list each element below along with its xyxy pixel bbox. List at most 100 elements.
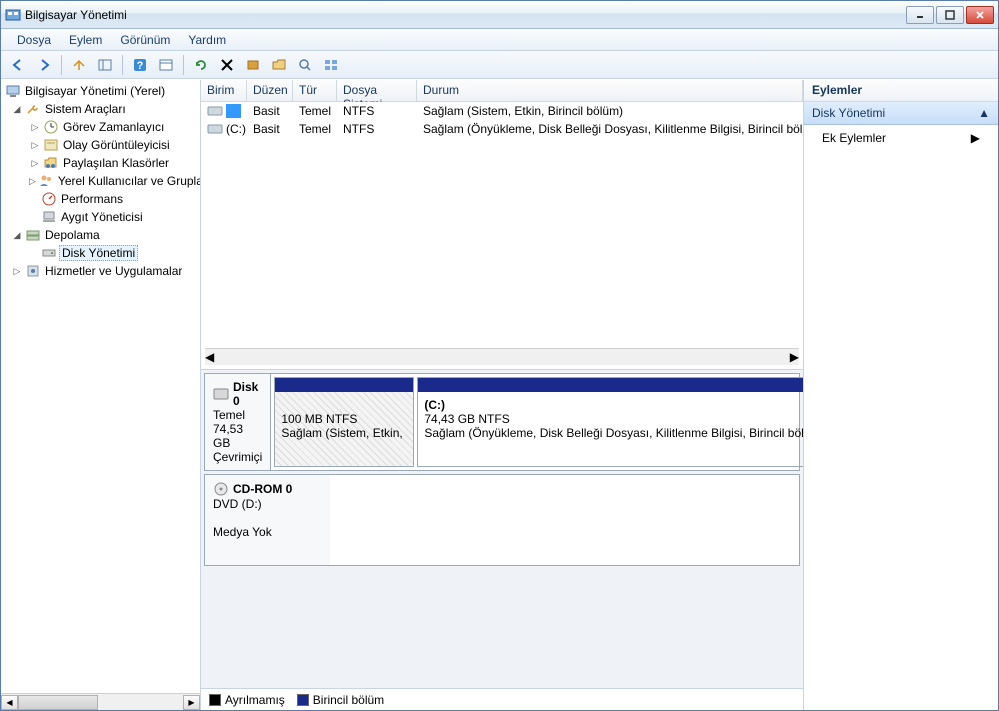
disk-0-row: Disk 0 Temel 74,53 GB Çevrimiçi 100 MB N… [204, 373, 800, 471]
volume-rows: Basit Temel NTFS Sağlam (Sistem, Etkin, … [201, 102, 803, 346]
col-status[interactable]: Durum [417, 80, 803, 101]
expand-icon[interactable]: ▷ [11, 265, 23, 277]
tree-label: Paylaşılan Klasörler [61, 156, 171, 170]
menubar: Dosya Eylem Görünüm Yardım [1, 29, 998, 51]
disk-type: Temel [213, 408, 262, 422]
expand-icon[interactable]: ▷ [29, 139, 41, 151]
scroll-thumb[interactable] [18, 695, 98, 710]
clock-icon [43, 119, 59, 135]
cdrom-row: CD-ROM 0 DVD (D:) Medya Yok [204, 474, 800, 566]
tree-performance[interactable]: Performans [1, 190, 200, 208]
menu-action[interactable]: Eylem [61, 31, 110, 49]
action-section-disk-management[interactable]: Disk Yönetimi ▲ [804, 102, 998, 125]
cell-layout: Basit [247, 122, 293, 136]
back-button[interactable] [7, 54, 29, 76]
action-more[interactable]: Ek Eylemler ▶ [804, 125, 998, 151]
tree-disk-management[interactable]: Disk Yönetimi [1, 244, 200, 262]
menu-view[interactable]: Görünüm [112, 31, 178, 49]
menu-help[interactable]: Yardım [180, 31, 234, 49]
partition-label: (C:) [424, 398, 803, 412]
forward-button[interactable] [33, 54, 55, 76]
scroll-left-icon[interactable]: ◀ [1, 695, 18, 710]
tree-event-viewer[interactable]: ▷ Olay Görüntüleyicisi [1, 136, 200, 154]
actions-panel: Eylemler Disk Yönetimi ▲ Ek Eylemler ▶ [804, 80, 998, 710]
col-layout[interactable]: Düzen [247, 80, 293, 101]
volume-row[interactable]: Basit Temel NTFS Sağlam (Sistem, Etkin, … [201, 102, 803, 120]
toolbar-separator [122, 55, 123, 75]
device-icon [41, 209, 57, 225]
partition-system-reserved[interactable]: 100 MB NTFS Sağlam (Sistem, Etkin, Birin… [274, 377, 414, 467]
drive-icon [207, 123, 223, 135]
cell-status: Sağlam (Önyükleme, Disk Belleği Dosyası,… [417, 122, 803, 136]
open-icon[interactable] [268, 54, 290, 76]
collapse-icon[interactable]: ◢ [11, 103, 23, 115]
show-hide-tree-button[interactable] [94, 54, 116, 76]
hdd-icon [213, 388, 229, 400]
help-button[interactable]: ? [129, 54, 151, 76]
tree-local-users[interactable]: ▷ Yerel Kullanıcılar ve Gruplar [1, 172, 200, 190]
selected-volume-highlight [226, 104, 241, 118]
tree-services-apps[interactable]: ▷ Hizmetler ve Uygulamalar [1, 262, 200, 280]
cell-volume: (C:) [226, 122, 246, 136]
expand-icon[interactable]: ▷ [29, 157, 41, 169]
delete-button[interactable] [216, 54, 238, 76]
settings-icon[interactable] [242, 54, 264, 76]
disk-0-info[interactable]: Disk 0 Temel 74,53 GB Çevrimiçi [205, 374, 271, 470]
tree-scrollbar[interactable]: ◀ ▶ [1, 693, 200, 710]
svg-text:?: ? [137, 60, 144, 72]
app-window: Bilgisayar Yönetimi Dosya Eylem Görünüm … [0, 0, 999, 711]
maximize-button[interactable] [936, 6, 964, 24]
col-volume[interactable]: Birim [201, 80, 247, 101]
menu-file[interactable]: Dosya [9, 31, 59, 49]
scroll-left-icon[interactable]: ◀ [205, 350, 214, 364]
tree-system-tools[interactable]: ◢ Sistem Araçları [1, 100, 200, 118]
volume-list-scrollbar[interactable]: ◀ ▶ [205, 348, 799, 365]
tree-shared-folders[interactable]: ▷ Paylaşılan Klasörler [1, 154, 200, 172]
tree-root[interactable]: Bilgisayar Yönetimi (Yerel) [1, 82, 200, 100]
legend-label: Birincil bölüm [313, 693, 384, 707]
partition-size: 100 MB NTFS [281, 412, 407, 426]
event-icon [43, 137, 59, 153]
scroll-right-icon[interactable]: ▶ [790, 350, 799, 364]
app-icon [5, 7, 21, 23]
col-type[interactable]: Tür [293, 80, 337, 101]
disk-icon [41, 245, 57, 261]
tree-storage[interactable]: ◢ Depolama [1, 226, 200, 244]
tree-device-manager[interactable]: Aygıt Yöneticisi [1, 208, 200, 226]
up-button[interactable] [68, 54, 90, 76]
expand-icon[interactable]: ▷ [29, 121, 41, 133]
body: Bilgisayar Yönetimi (Yerel) ◢ Sistem Ara… [1, 79, 998, 710]
partition-size: 74,43 GB NTFS [424, 412, 803, 426]
legend-unallocated: Ayrılmamış [209, 693, 285, 707]
titlebar: Bilgisayar Yönetimi [1, 1, 998, 29]
drive-icon [207, 105, 223, 117]
cell-layout: Basit [247, 104, 293, 118]
properties-button[interactable] [155, 54, 177, 76]
minimize-button[interactable] [906, 6, 934, 24]
collapse-icon: ▲ [978, 106, 990, 120]
tree: Bilgisayar Yönetimi (Yerel) ◢ Sistem Ara… [1, 82, 200, 280]
expand-icon[interactable]: ▷ [29, 175, 36, 187]
window-title: Bilgisayar Yönetimi [25, 8, 906, 22]
tree-label: Sistem Araçları [43, 102, 128, 116]
scroll-right-icon[interactable]: ▶ [183, 695, 200, 710]
tree-label: Bilgisayar Yönetimi (Yerel) [23, 84, 167, 98]
list-icon[interactable] [320, 54, 342, 76]
partition-c[interactable]: (C:) 74,43 GB NTFS Sağlam (Önyükleme, Di… [417, 377, 803, 467]
cdrom-icon [213, 481, 229, 497]
volume-row[interactable]: (C:) Basit Temel NTFS Sağlam (Önyükleme,… [201, 120, 803, 138]
zoom-icon[interactable] [294, 54, 316, 76]
cell-type: Temel [293, 104, 337, 118]
cdrom-info[interactable]: CD-ROM 0 DVD (D:) Medya Yok [205, 475, 330, 565]
action-label: Ek Eylemler [822, 131, 886, 145]
refresh-button[interactable] [190, 54, 212, 76]
tree-task-scheduler[interactable]: ▷ Görev Zamanlayıcı [1, 118, 200, 136]
computer-icon [5, 83, 21, 99]
cdrom-type: DVD (D:) [213, 497, 322, 511]
collapse-icon[interactable]: ◢ [11, 229, 23, 241]
toolbar: ? [1, 51, 998, 79]
legend-label: Ayrılmamış [225, 693, 285, 707]
close-button[interactable] [966, 6, 994, 24]
col-fs[interactable]: Dosya Sistemi [337, 80, 417, 101]
chevron-right-icon: ▶ [971, 131, 980, 145]
